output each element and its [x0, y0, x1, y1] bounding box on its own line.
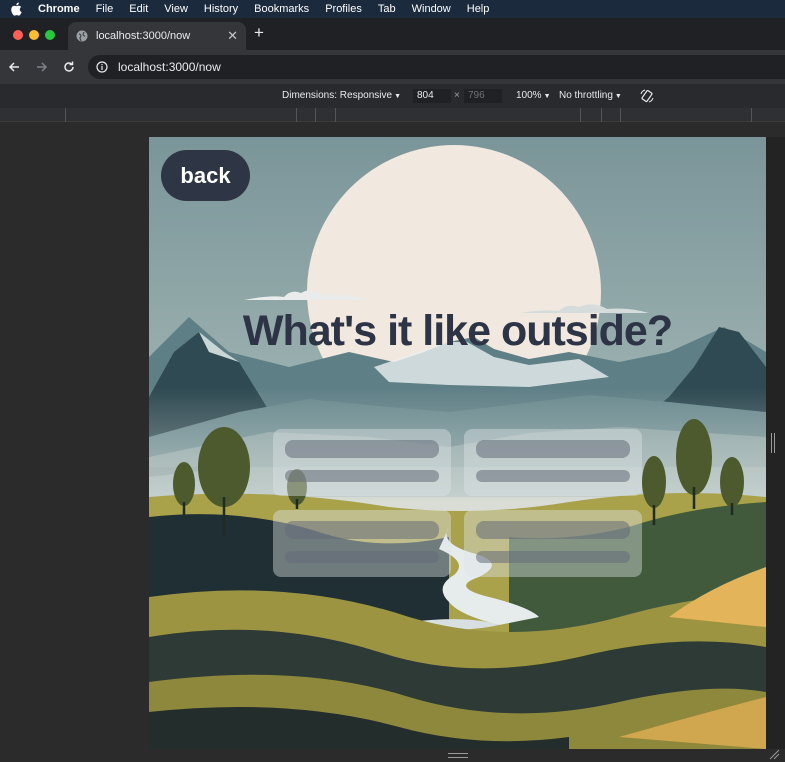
ruler-tick: [620, 108, 621, 122]
browser-toolbar: localhost:3000/now: [0, 50, 785, 84]
viewport-right-gutter: [766, 137, 785, 749]
menu-tab[interactable]: Tab: [378, 3, 396, 15]
menu-edit[interactable]: Edit: [129, 3, 148, 15]
weather-card-skeleton[interactable]: [464, 429, 642, 496]
zoom-dropdown[interactable]: 100% ▼: [516, 90, 551, 101]
skeleton-line: [476, 521, 630, 539]
address-text: localhost:3000/now: [118, 60, 221, 74]
menu-file[interactable]: File: [96, 3, 114, 15]
width-input[interactable]: 804: [413, 89, 451, 103]
skeleton-line: [285, 521, 439, 539]
page-viewport: back What's it like outside?: [149, 137, 766, 749]
forward-arrow-icon[interactable]: [34, 59, 50, 75]
skeleton-line: [476, 551, 630, 563]
ruler-tick: [335, 108, 336, 122]
skeleton-line: [285, 440, 439, 458]
back-button[interactable]: back: [161, 150, 250, 201]
menu-view[interactable]: View: [164, 3, 188, 15]
rotate-icon[interactable]: [640, 89, 654, 103]
ruler-tick: [315, 108, 316, 122]
menu-window[interactable]: Window: [412, 3, 451, 15]
weather-card-skeleton[interactable]: [273, 429, 451, 496]
reload-icon[interactable]: [61, 59, 77, 75]
skeleton-line: [285, 551, 439, 563]
browser-tab[interactable]: localhost:3000/now ✕: [68, 22, 246, 50]
ruler-tick: [580, 108, 581, 122]
macos-menu-bar: Chrome File Edit View History Bookmarks …: [0, 0, 785, 18]
media-query-ruler: [0, 108, 785, 122]
resize-corner-icon[interactable]: [768, 748, 780, 760]
back-arrow-icon[interactable]: [6, 59, 22, 75]
ruler-tick: [751, 108, 752, 122]
skeleton-line: [476, 440, 630, 458]
zoom-label: 100%: [516, 90, 542, 101]
weather-card-skeleton[interactable]: [273, 510, 451, 577]
ruler-tick: [296, 108, 297, 122]
throttling-label: No throttling: [559, 90, 613, 101]
menu-profiles[interactable]: Profiles: [325, 3, 362, 15]
menu-history[interactable]: History: [204, 3, 238, 15]
throttling-dropdown[interactable]: No throttling ▼: [559, 90, 622, 101]
page-title: What's it like outside?: [242, 307, 673, 355]
maximize-window-button[interactable]: [45, 30, 55, 40]
resize-handle-right[interactable]: [771, 433, 775, 453]
menu-bookmarks[interactable]: Bookmarks: [254, 3, 309, 15]
tab-strip: localhost:3000/now ✕ +: [0, 18, 785, 50]
close-window-button[interactable]: [13, 30, 23, 40]
globe-icon: [76, 30, 88, 42]
dimensions-label: Dimensions: Responsive: [282, 90, 393, 101]
dimensions-dropdown[interactable]: Dimensions: Responsive ▼: [282, 90, 401, 101]
new-tab-icon[interactable]: +: [254, 23, 264, 43]
skeleton-line: [285, 470, 439, 482]
caret-down-icon: ▼: [394, 93, 401, 100]
weather-card-skeleton[interactable]: [464, 510, 642, 577]
caret-down-icon: ▼: [614, 93, 622, 100]
resize-handle-bottom[interactable]: [448, 753, 468, 758]
menu-help[interactable]: Help: [467, 3, 490, 15]
apple-icon[interactable]: [10, 2, 24, 16]
menu-chrome[interactable]: Chrome: [38, 3, 80, 15]
skeleton-line: [476, 470, 630, 482]
ruler-tick: [65, 108, 66, 122]
close-tab-icon[interactable]: ✕: [227, 28, 238, 44]
ruler-tick: [601, 108, 602, 122]
address-bar[interactable]: localhost:3000/now: [88, 55, 785, 79]
dimension-separator: ×: [454, 90, 460, 101]
device-toolbar: Dimensions: Responsive ▼ 804 × 796 100% ▼ …: [0, 84, 785, 108]
landscape-illustration: [149, 137, 766, 749]
caret-down-icon: ▼: [543, 93, 551, 100]
minimize-window-button[interactable]: [29, 30, 39, 40]
tab-title: localhost:3000/now: [96, 30, 191, 42]
height-input[interactable]: 796: [464, 89, 502, 103]
site-info-icon[interactable]: [96, 61, 108, 73]
